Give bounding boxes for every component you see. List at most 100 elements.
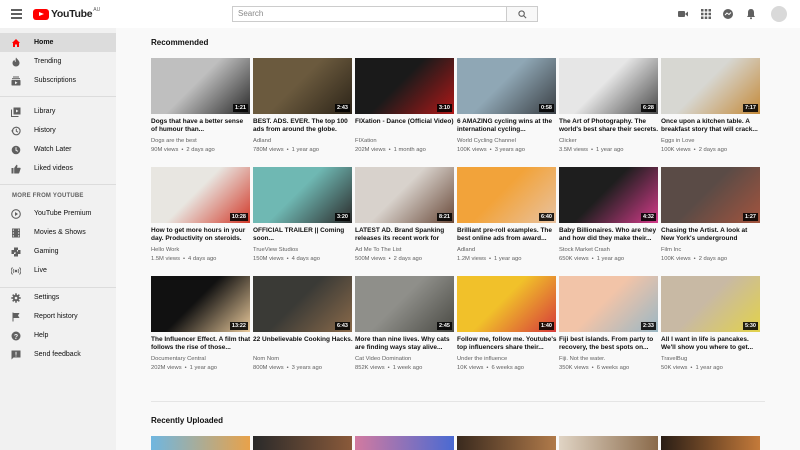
- video-card[interactable]: 3:10 FIXation - Dance (Official Video) FIX…: [355, 58, 454, 158]
- channel-name[interactable]: Clicker: [559, 138, 577, 144]
- video-title[interactable]: The Art of Photography. The world's best…: [559, 118, 659, 134]
- video-thumbnail[interactable]: 13:22: [151, 276, 250, 332]
- video-card[interactable]: [253, 436, 352, 450]
- video-thumbnail[interactable]: 10:28: [151, 167, 250, 223]
- video-title[interactable]: FIXation - Dance (Official Video): [355, 118, 455, 126]
- video-thumbnail[interactable]: 8:21: [355, 167, 454, 223]
- video-card[interactable]: 1:27 Chasing the Artist. A look at New Yo…: [661, 167, 760, 267]
- video-thumbnail[interactable]: 6:40: [457, 167, 556, 223]
- video-title[interactable]: 22 Unbelievable Cooking Hacks.: [253, 336, 353, 344]
- video-card[interactable]: 4:32 Baby Billionaires. Who are they and …: [559, 167, 658, 267]
- video-title[interactable]: OFFICIAL TRAILER || Coming soon...: [253, 227, 353, 243]
- sidebar-item-subscriptions[interactable]: Subscriptions: [0, 71, 116, 90]
- video-thumbnail[interactable]: 0:58: [457, 58, 556, 114]
- channel-name[interactable]: Adland: [457, 247, 475, 253]
- video-card[interactable]: 6:40 Brilliant pre-roll examples. The bes…: [457, 167, 556, 267]
- messages-icon[interactable]: [722, 8, 734, 20]
- channel-name[interactable]: Fiji. Not the water.: [559, 356, 605, 362]
- menu-icon[interactable]: [11, 9, 22, 19]
- video-title[interactable]: Fiji best islands. From party to recover…: [559, 336, 659, 352]
- video-card[interactable]: 2:45 More than nine lives. Why cats are f…: [355, 276, 454, 376]
- video-card[interactable]: 5:30 All I want in life is pancakes. We'l…: [661, 276, 760, 376]
- sidebar-item-liked-videos[interactable]: Liked videos: [0, 159, 116, 178]
- video-title[interactable]: The Influencer Effect. A film that follo…: [151, 336, 251, 352]
- video-thumbnail[interactable]: [355, 436, 454, 450]
- video-thumbnail[interactable]: 1:40: [457, 276, 556, 332]
- channel-name[interactable]: Nom Nom: [253, 356, 279, 362]
- video-card[interactable]: 2:33 Fiji best islands. From party to rec…: [559, 276, 658, 376]
- video-title[interactable]: BEST. ADS. EVER. The top 100 ads from ar…: [253, 118, 353, 134]
- channel-name[interactable]: World Cycling Channel: [457, 138, 516, 144]
- video-card[interactable]: [355, 436, 454, 450]
- video-title[interactable]: Dogs that have a better sense of humour …: [151, 118, 251, 134]
- video-card[interactable]: 0:58 6 AMAZING cycling wins at the intern…: [457, 58, 556, 158]
- video-thumbnail[interactable]: [151, 436, 250, 450]
- video-title[interactable]: Follow me, follow me. Youtube's top infl…: [457, 336, 557, 352]
- video-thumbnail[interactable]: 2:43: [253, 58, 352, 114]
- video-thumbnail[interactable]: 4:32: [559, 167, 658, 223]
- channel-name[interactable]: Ad Me To The List: [355, 247, 402, 253]
- video-thumbnail[interactable]: 5:30: [661, 276, 760, 332]
- video-thumbnail[interactable]: 3:10: [355, 58, 454, 114]
- video-thumbnail[interactable]: [457, 436, 556, 450]
- channel-name[interactable]: TravelBug: [661, 356, 687, 362]
- video-thumbnail[interactable]: 2:45: [355, 276, 454, 332]
- video-thumbnail[interactable]: [661, 436, 760, 450]
- video-thumbnail[interactable]: 2:33: [559, 276, 658, 332]
- channel-name[interactable]: Dogs are the best: [151, 138, 197, 144]
- video-title[interactable]: All I want in life is pancakes. We'll sh…: [661, 336, 761, 352]
- video-thumbnail[interactable]: 6:43: [253, 276, 352, 332]
- sidebar-item-watch-later[interactable]: Watch Later: [0, 140, 116, 159]
- video-card[interactable]: [661, 436, 760, 450]
- channel-name[interactable]: Eggs in Love: [661, 138, 695, 144]
- video-card[interactable]: 2:43 BEST. ADS. EVER. The top 100 ads fro…: [253, 58, 352, 158]
- video-card[interactable]: [457, 436, 556, 450]
- video-card[interactable]: 6:28 The Art of Photography. The world's …: [559, 58, 658, 158]
- video-thumbnail[interactable]: [559, 436, 658, 450]
- video-card[interactable]: 1:40 Follow me, follow me. Youtube's top …: [457, 276, 557, 376]
- video-title[interactable]: Baby Billionaires. Who are they and how …: [559, 227, 659, 243]
- sidebar-item-history[interactable]: History: [0, 121, 116, 140]
- channel-name[interactable]: FIXation: [355, 138, 377, 144]
- sidebar-item-library[interactable]: Library: [0, 102, 116, 121]
- sidebar-item-trending[interactable]: Trending: [0, 52, 116, 71]
- video-title[interactable]: LATEST AD. Brand Spanking releases its r…: [355, 227, 455, 243]
- sidebar-item-live[interactable]: Live: [0, 261, 116, 280]
- sidebar-item-help[interactable]: ? Help: [0, 326, 116, 345]
- channel-name[interactable]: Documentary Central: [151, 356, 206, 362]
- sidebar-item-settings[interactable]: Settings: [0, 288, 116, 307]
- account-avatar[interactable]: [771, 6, 787, 22]
- channel-name[interactable]: Film Inc: [661, 247, 681, 253]
- search-button[interactable]: [506, 6, 538, 22]
- video-thumbnail[interactable]: 1:21: [151, 58, 250, 114]
- notifications-bell-icon[interactable]: [745, 8, 757, 20]
- video-card[interactable]: 1:21 Dogs that have a better sense of hum…: [151, 58, 250, 158]
- channel-name[interactable]: TrueView Studios: [253, 247, 298, 253]
- video-card[interactable]: 7:17 Once upon a kitchen table. A breakfa…: [661, 58, 760, 158]
- video-card[interactable]: 3:20 OFFICIAL TRAILER || Coming soon... Tr…: [253, 167, 352, 267]
- create-video-icon[interactable]: [677, 8, 689, 20]
- video-card[interactable]: [559, 436, 658, 450]
- video-title[interactable]: Brilliant pre-roll examples. The best on…: [457, 227, 557, 243]
- video-title[interactable]: How to get more hours in your day. Produ…: [151, 227, 251, 243]
- channel-name[interactable]: Cat Video Domination: [355, 356, 411, 362]
- video-thumbnail[interactable]: 7:17: [661, 58, 760, 114]
- sidebar-item-youtube-premium[interactable]: YouTube Premium: [0, 204, 116, 223]
- channel-name[interactable]: Stock Market Crash: [559, 247, 610, 253]
- video-thumbnail[interactable]: 3:20: [253, 167, 352, 223]
- sidebar-item-home[interactable]: Home: [0, 33, 116, 52]
- sidebar-item-gaming[interactable]: Gaming: [0, 242, 116, 261]
- video-title[interactable]: 6 AMAZING cycling wins at the internatio…: [457, 118, 557, 134]
- video-title[interactable]: Chasing the Artist. A look at New York's…: [661, 227, 761, 243]
- video-card[interactable]: [151, 436, 250, 450]
- channel-name[interactable]: Under the influence: [457, 356, 507, 362]
- video-title[interactable]: Once upon a kitchen table. A breakfast s…: [661, 118, 761, 134]
- video-card[interactable]: 10:28 How to get more hours in your day. …: [151, 167, 250, 267]
- video-thumbnail[interactable]: 6:28: [559, 58, 658, 114]
- sidebar-item-report-history[interactable]: Report history: [0, 307, 116, 326]
- apps-grid-icon[interactable]: [700, 8, 712, 20]
- video-card[interactable]: 6:43 22 Unbelievable Cooking Hacks. Nom No…: [253, 276, 353, 376]
- youtube-logo[interactable]: YouTube AU: [33, 7, 100, 20]
- video-thumbnail[interactable]: 1:27: [661, 167, 760, 223]
- channel-name[interactable]: Hello Work: [151, 247, 179, 253]
